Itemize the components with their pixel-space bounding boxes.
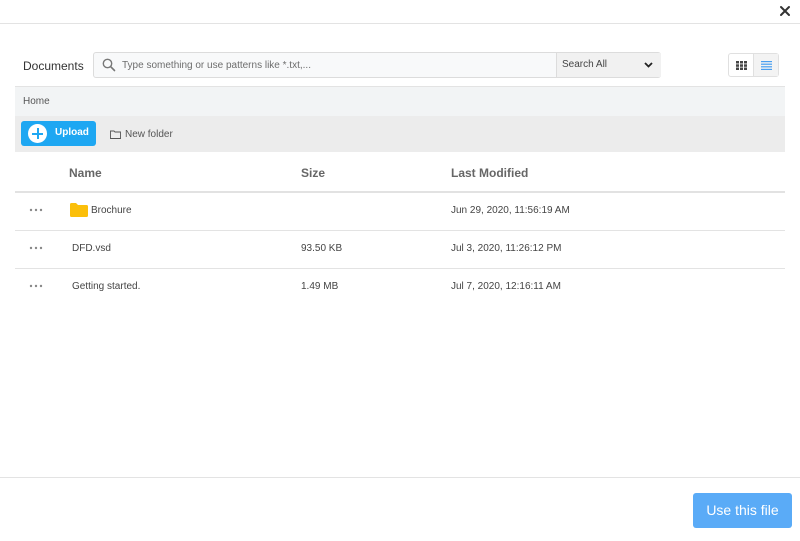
- search-row: Documents Search All: [0, 50, 800, 82]
- toolbar: Upload New folder: [15, 116, 785, 152]
- dialog-footer: Use this file: [0, 477, 800, 541]
- plus-icon: [28, 124, 47, 143]
- more-options-icon[interactable]: [29, 244, 43, 252]
- more-options-icon[interactable]: [29, 206, 43, 214]
- search-box: Search All: [93, 52, 661, 78]
- table-row[interactable]: Getting started. 1.49 MB Jul 7, 2020, 12…: [15, 269, 785, 307]
- chevron-down-icon: [644, 62, 653, 68]
- search-icon: [102, 58, 116, 72]
- new-folder-label: New folder: [125, 128, 173, 140]
- dialog-header: [0, 0, 800, 24]
- table-header: Name Size Last Modified: [15, 155, 785, 193]
- upload-button[interactable]: Upload: [21, 121, 96, 146]
- column-header-name[interactable]: Name: [69, 166, 102, 180]
- file-name: Getting started.: [72, 281, 141, 292]
- list-view-button[interactable]: [753, 54, 778, 76]
- file-size: 1.49 MB: [301, 281, 339, 292]
- table-row[interactable]: DFD.vsd 93.50 KB Jul 3, 2020, 11:26:12 P…: [15, 231, 785, 269]
- list-view-icon: [760, 60, 772, 70]
- close-icon: [780, 6, 790, 16]
- breadcrumb-home[interactable]: Home: [23, 96, 50, 107]
- close-button[interactable]: [776, 2, 794, 20]
- grid-view-button[interactable]: [729, 54, 753, 76]
- search-scope-value: Search All: [562, 59, 608, 70]
- upload-label: Upload: [55, 127, 89, 138]
- column-header-modified[interactable]: Last Modified: [451, 166, 528, 180]
- new-folder-button[interactable]: New folder: [110, 126, 173, 142]
- file-name: Brochure: [91, 205, 132, 216]
- file-name: DFD.vsd: [72, 243, 111, 254]
- breadcrumb: Home: [15, 86, 785, 116]
- column-header-size[interactable]: Size: [301, 166, 325, 180]
- use-this-file-button[interactable]: Use this file: [693, 493, 792, 528]
- more-options-icon[interactable]: [29, 282, 43, 290]
- file-modified: Jul 3, 2020, 11:26:12 PM: [451, 243, 562, 254]
- search-input[interactable]: [122, 53, 552, 77]
- file-table: Name Size Last Modified Brochure Jun 29,…: [15, 155, 785, 307]
- file-size: 93.50 KB: [301, 243, 343, 254]
- grid-view-icon: [735, 60, 747, 70]
- documents-label: Documents: [23, 59, 84, 73]
- file-modified: Jun 29, 2020, 11:56:19 AM: [451, 205, 570, 216]
- folder-icon: [70, 203, 88, 217]
- file-modified: Jul 7, 2020, 12:16:11 AM: [451, 281, 561, 292]
- view-toggle: [728, 53, 779, 77]
- folder-outline-icon: [110, 130, 121, 139]
- search-scope-select[interactable]: Search All: [556, 53, 661, 77]
- table-row[interactable]: Brochure Jun 29, 2020, 11:56:19 AM: [15, 193, 785, 231]
